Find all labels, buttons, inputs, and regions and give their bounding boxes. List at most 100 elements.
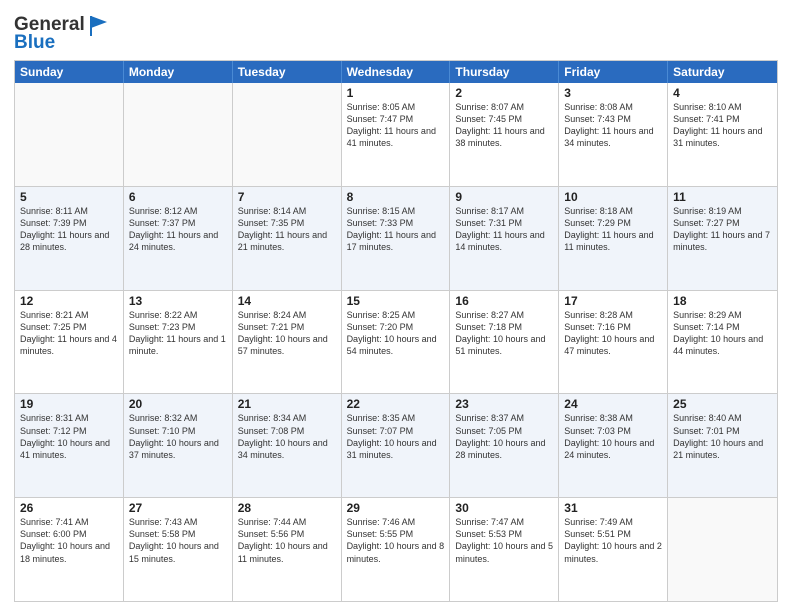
calendar-cell-3-3: 22Sunrise: 8:35 AM Sunset: 7:07 PM Dayli… — [342, 394, 451, 497]
day-number: 12 — [20, 294, 118, 308]
calendar-row-0: 1Sunrise: 8:05 AM Sunset: 7:47 PM Daylig… — [15, 83, 777, 186]
day-number: 9 — [455, 190, 553, 204]
day-number: 6 — [129, 190, 227, 204]
calendar-cell-1-2: 7Sunrise: 8:14 AM Sunset: 7:35 PM Daylig… — [233, 187, 342, 290]
calendar-cell-0-1 — [124, 83, 233, 186]
day-info: Sunrise: 8:38 AM Sunset: 7:03 PM Dayligh… — [564, 412, 662, 461]
calendar-cell-3-6: 25Sunrise: 8:40 AM Sunset: 7:01 PM Dayli… — [668, 394, 777, 497]
day-number: 23 — [455, 397, 553, 411]
logo-flag-icon — [87, 14, 109, 36]
day-info: Sunrise: 8:40 AM Sunset: 7:01 PM Dayligh… — [673, 412, 772, 461]
day-info: Sunrise: 8:29 AM Sunset: 7:14 PM Dayligh… — [673, 309, 772, 358]
calendar-header-thursday: Thursday — [450, 61, 559, 83]
day-info: Sunrise: 8:10 AM Sunset: 7:41 PM Dayligh… — [673, 101, 772, 150]
calendar-cell-0-5: 3Sunrise: 8:08 AM Sunset: 7:43 PM Daylig… — [559, 83, 668, 186]
day-info: Sunrise: 8:28 AM Sunset: 7:16 PM Dayligh… — [564, 309, 662, 358]
day-number: 22 — [347, 397, 445, 411]
calendar-header-wednesday: Wednesday — [342, 61, 451, 83]
day-number: 7 — [238, 190, 336, 204]
day-number: 13 — [129, 294, 227, 308]
day-number: 31 — [564, 501, 662, 515]
day-info: Sunrise: 8:25 AM Sunset: 7:20 PM Dayligh… — [347, 309, 445, 358]
calendar-cell-1-0: 5Sunrise: 8:11 AM Sunset: 7:39 PM Daylig… — [15, 187, 124, 290]
day-number: 3 — [564, 86, 662, 100]
day-number: 18 — [673, 294, 772, 308]
day-info: Sunrise: 8:11 AM Sunset: 7:39 PM Dayligh… — [20, 205, 118, 254]
calendar-row-2: 12Sunrise: 8:21 AM Sunset: 7:25 PM Dayli… — [15, 290, 777, 394]
calendar-row-3: 19Sunrise: 8:31 AM Sunset: 7:12 PM Dayli… — [15, 393, 777, 497]
day-info: Sunrise: 7:46 AM Sunset: 5:55 PM Dayligh… — [347, 516, 445, 565]
day-info: Sunrise: 8:34 AM Sunset: 7:08 PM Dayligh… — [238, 412, 336, 461]
calendar-cell-4-3: 29Sunrise: 7:46 AM Sunset: 5:55 PM Dayli… — [342, 498, 451, 601]
day-info: Sunrise: 8:35 AM Sunset: 7:07 PM Dayligh… — [347, 412, 445, 461]
calendar-cell-3-1: 20Sunrise: 8:32 AM Sunset: 7:10 PM Dayli… — [124, 394, 233, 497]
day-info: Sunrise: 8:32 AM Sunset: 7:10 PM Dayligh… — [129, 412, 227, 461]
day-info: Sunrise: 8:19 AM Sunset: 7:27 PM Dayligh… — [673, 205, 772, 254]
calendar-cell-2-5: 17Sunrise: 8:28 AM Sunset: 7:16 PM Dayli… — [559, 291, 668, 394]
day-number: 27 — [129, 501, 227, 515]
day-number: 11 — [673, 190, 772, 204]
day-number: 19 — [20, 397, 118, 411]
calendar-cell-2-6: 18Sunrise: 8:29 AM Sunset: 7:14 PM Dayli… — [668, 291, 777, 394]
day-info: Sunrise: 8:17 AM Sunset: 7:31 PM Dayligh… — [455, 205, 553, 254]
calendar-cell-3-4: 23Sunrise: 8:37 AM Sunset: 7:05 PM Dayli… — [450, 394, 559, 497]
calendar-header-saturday: Saturday — [668, 61, 777, 83]
day-info: Sunrise: 7:47 AM Sunset: 5:53 PM Dayligh… — [455, 516, 553, 565]
calendar-header-monday: Monday — [124, 61, 233, 83]
calendar-cell-3-0: 19Sunrise: 8:31 AM Sunset: 7:12 PM Dayli… — [15, 394, 124, 497]
day-info: Sunrise: 8:15 AM Sunset: 7:33 PM Dayligh… — [347, 205, 445, 254]
day-info: Sunrise: 8:37 AM Sunset: 7:05 PM Dayligh… — [455, 412, 553, 461]
day-number: 21 — [238, 397, 336, 411]
calendar-header-tuesday: Tuesday — [233, 61, 342, 83]
day-number: 26 — [20, 501, 118, 515]
calendar-cell-4-4: 30Sunrise: 7:47 AM Sunset: 5:53 PM Dayli… — [450, 498, 559, 601]
calendar-cell-0-6: 4Sunrise: 8:10 AM Sunset: 7:41 PM Daylig… — [668, 83, 777, 186]
calendar-row-4: 26Sunrise: 7:41 AM Sunset: 6:00 PM Dayli… — [15, 497, 777, 601]
calendar-cell-3-5: 24Sunrise: 8:38 AM Sunset: 7:03 PM Dayli… — [559, 394, 668, 497]
day-info: Sunrise: 8:12 AM Sunset: 7:37 PM Dayligh… — [129, 205, 227, 254]
calendar-cell-4-5: 31Sunrise: 7:49 AM Sunset: 5:51 PM Dayli… — [559, 498, 668, 601]
day-info: Sunrise: 7:43 AM Sunset: 5:58 PM Dayligh… — [129, 516, 227, 565]
calendar-cell-4-0: 26Sunrise: 7:41 AM Sunset: 6:00 PM Dayli… — [15, 498, 124, 601]
day-info: Sunrise: 8:21 AM Sunset: 7:25 PM Dayligh… — [20, 309, 118, 358]
day-number: 25 — [673, 397, 772, 411]
day-number: 14 — [238, 294, 336, 308]
calendar-cell-2-0: 12Sunrise: 8:21 AM Sunset: 7:25 PM Dayli… — [15, 291, 124, 394]
calendar-header-sunday: Sunday — [15, 61, 124, 83]
day-number: 28 — [238, 501, 336, 515]
calendar-cell-4-2: 28Sunrise: 7:44 AM Sunset: 5:56 PM Dayli… — [233, 498, 342, 601]
day-info: Sunrise: 7:44 AM Sunset: 5:56 PM Dayligh… — [238, 516, 336, 565]
calendar: SundayMondayTuesdayWednesdayThursdayFrid… — [14, 60, 778, 602]
day-info: Sunrise: 8:18 AM Sunset: 7:29 PM Dayligh… — [564, 205, 662, 254]
day-number: 30 — [455, 501, 553, 515]
calendar-cell-0-4: 2Sunrise: 8:07 AM Sunset: 7:45 PM Daylig… — [450, 83, 559, 186]
day-number: 1 — [347, 86, 445, 100]
day-number: 4 — [673, 86, 772, 100]
day-info: Sunrise: 8:24 AM Sunset: 7:21 PM Dayligh… — [238, 309, 336, 358]
calendar-cell-0-2 — [233, 83, 342, 186]
calendar-cell-4-1: 27Sunrise: 7:43 AM Sunset: 5:58 PM Dayli… — [124, 498, 233, 601]
day-info: Sunrise: 8:05 AM Sunset: 7:47 PM Dayligh… — [347, 101, 445, 150]
day-info: Sunrise: 7:49 AM Sunset: 5:51 PM Dayligh… — [564, 516, 662, 565]
calendar-cell-3-2: 21Sunrise: 8:34 AM Sunset: 7:08 PM Dayli… — [233, 394, 342, 497]
day-info: Sunrise: 8:27 AM Sunset: 7:18 PM Dayligh… — [455, 309, 553, 358]
calendar-cell-1-4: 9Sunrise: 8:17 AM Sunset: 7:31 PM Daylig… — [450, 187, 559, 290]
calendar-cell-2-3: 15Sunrise: 8:25 AM Sunset: 7:20 PM Dayli… — [342, 291, 451, 394]
day-number: 29 — [347, 501, 445, 515]
day-number: 5 — [20, 190, 118, 204]
calendar-cell-1-3: 8Sunrise: 8:15 AM Sunset: 7:33 PM Daylig… — [342, 187, 451, 290]
day-info: Sunrise: 8:08 AM Sunset: 7:43 PM Dayligh… — [564, 101, 662, 150]
day-info: Sunrise: 8:14 AM Sunset: 7:35 PM Dayligh… — [238, 205, 336, 254]
day-info: Sunrise: 7:41 AM Sunset: 6:00 PM Dayligh… — [20, 516, 118, 565]
calendar-cell-2-2: 14Sunrise: 8:24 AM Sunset: 7:21 PM Dayli… — [233, 291, 342, 394]
calendar-cell-2-4: 16Sunrise: 8:27 AM Sunset: 7:18 PM Dayli… — [450, 291, 559, 394]
calendar-cell-4-6 — [668, 498, 777, 601]
calendar-cell-0-0 — [15, 83, 124, 186]
day-number: 15 — [347, 294, 445, 308]
day-number: 10 — [564, 190, 662, 204]
day-number: 16 — [455, 294, 553, 308]
day-number: 20 — [129, 397, 227, 411]
logo: General Blue — [14, 14, 109, 54]
calendar-cell-1-1: 6Sunrise: 8:12 AM Sunset: 7:37 PM Daylig… — [124, 187, 233, 290]
day-info: Sunrise: 8:22 AM Sunset: 7:23 PM Dayligh… — [129, 309, 227, 358]
